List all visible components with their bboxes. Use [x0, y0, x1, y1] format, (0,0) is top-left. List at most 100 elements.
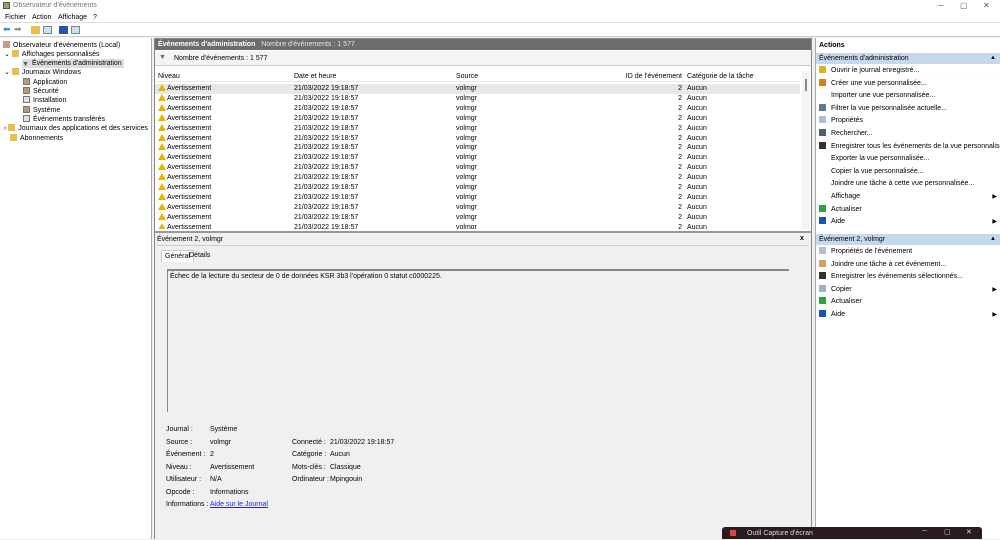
column-source[interactable]: Source [456, 72, 478, 82]
category-cell: Aucun [687, 85, 707, 92]
menu-action[interactable]: Action [32, 14, 51, 21]
column-event-id[interactable]: ID de l'événement [626, 72, 682, 82]
table-row[interactable]: Avertissement 21/03/2022 19:18:57 volmgr 2 A… [155, 103, 800, 114]
close-button[interactable]: ✕ [983, 1, 990, 10]
action-item[interactable]: Ouvrir le journal enregistré... [819, 65, 997, 77]
menu-affichage[interactable]: Affichage [58, 14, 87, 21]
action-item[interactable]: Rechercher... [819, 128, 997, 140]
tab-details[interactable]: Détails [189, 252, 210, 259]
tree-log-installation[interactable]: Installation [23, 96, 66, 105]
taskbar-maximize[interactable]: ▢ [944, 528, 951, 536]
filter-icon: ▼ [22, 61, 29, 68]
up-folder-icon[interactable] [31, 26, 40, 34]
taskbar-minimize[interactable]: ─ [922, 528, 927, 535]
action-item[interactable]: Créer une vue personnalisée... [819, 78, 997, 90]
help-icon[interactable] [59, 26, 68, 34]
section-header-event[interactable]: Événement 2, volmgr ▲ [816, 234, 1000, 245]
refresh-icon [819, 204, 826, 212]
date-cell: 21/03/2022 19:18:57 [294, 203, 359, 211]
action-item[interactable]: Importer une vue personnalisée... [819, 90, 997, 102]
table-row[interactable]: Avertissement 21/03/2022 19:18:57 volmgr 2 A… [155, 163, 800, 173]
back-icon[interactable]: ⬅ [3, 24, 12, 34]
action-item[interactable]: Joindre une tâche à cet événement... [819, 259, 997, 271]
window-title: Observateur d'événements [13, 2, 97, 9]
action-item[interactable]: Propriétés [819, 115, 997, 127]
action-item[interactable]: Affichage ▶ [819, 191, 997, 203]
column-level[interactable]: Niveau [158, 72, 180, 82]
action-item[interactable]: Copier la vue personnalisée... [819, 166, 997, 178]
table-row[interactable]: Avertissement 21/03/2022 19:18:57 volmgr 2 A… [155, 183, 800, 193]
tree-root[interactable]: Observateur d'événements (Local) [3, 41, 120, 50]
table-row[interactable]: Avertissement 21/03/2022 19:18:57 volmgr 2 A… [155, 212, 800, 223]
action-item[interactable]: Aide ▶ [819, 216, 997, 228]
tree-log-security[interactable]: Sécurité [23, 87, 59, 96]
message-box[interactable]: Échec de la lecture du secteur de 0 de d… [167, 269, 789, 412]
maximize-button[interactable]: ▢ [960, 1, 968, 10]
tree-subscriptions[interactable]: Abonnements [10, 134, 63, 143]
level-cell: Avertissement [158, 84, 211, 94]
action-item[interactable]: Copier ▶ [819, 284, 997, 296]
action-item[interactable]: Actualiser [819, 296, 997, 308]
table-row[interactable]: Avertissement 21/03/2022 19:18:57 volmgr 2 A… [155, 84, 800, 94]
help-link[interactable]: Aide sur le Journal [210, 501, 268, 508]
forward-icon[interactable]: ➡ [14, 24, 23, 34]
tree-log-forwarded[interactable]: Événements transférés [23, 115, 105, 124]
event-count: Nombre d'événements : 1 577 [261, 41, 355, 48]
column-date[interactable]: Date et heure [294, 72, 336, 82]
tree-admin-events[interactable]: ▼ Événements d'administration [22, 59, 124, 68]
tree-log-application[interactable]: Application [23, 78, 67, 87]
action-item[interactable]: Enregistrer tous les événements de la vu… [819, 141, 1000, 153]
action-item[interactable]: Actualiser [819, 204, 997, 216]
source-cell: volmgr [456, 203, 478, 211]
table-row[interactable]: Avertissement 21/03/2022 19:18:57 volmgr 2 A… [155, 123, 800, 134]
show-hide-tree-icon[interactable] [43, 26, 52, 34]
table-row[interactable]: Avertissement 21/03/2022 19:18:57 volmgr 2 A… [155, 133, 800, 144]
action-item[interactable]: Filtrer la vue personnalisée actuelle... [819, 103, 997, 115]
section-header-admin[interactable]: Événements d'administration ▲ [816, 53, 1000, 64]
list-scrollbar[interactable] [802, 71, 810, 229]
action-label: Enregistrer les événements sélectionnés.… [831, 273, 963, 281]
minimize-button[interactable]: ─ [938, 1, 944, 10]
table-row[interactable]: Avertissement 21/03/2022 19:18:57 volmgr 2 A… [155, 143, 800, 153]
action-item[interactable]: Joindre une tâche à cette vue personnali… [819, 178, 997, 190]
scrollbar-thumb[interactable] [805, 79, 807, 91]
action-item[interactable]: Propriétés de l'événement [819, 246, 997, 258]
table-row[interactable]: Avertissement 21/03/2022 19:18:57 volmgr 2 A… [155, 192, 800, 203]
field-label: Connecté : [292, 438, 326, 446]
detail-close-button[interactable]: x [800, 235, 804, 242]
menu-help[interactable]: ? [93, 14, 97, 21]
action-item[interactable]: Exporter la vue personnalisée... [819, 153, 997, 165]
field-value: Classique [330, 463, 361, 471]
show-hide-actions-icon[interactable] [71, 26, 80, 34]
tree-log-system[interactable]: Système [23, 106, 60, 115]
tree-custom-views[interactable]: ⌄ Affichages personnalisés [4, 50, 100, 59]
warning-icon [158, 153, 166, 161]
title-bar: Observateur d'événements ─ ▢ ✕ [0, 0, 1000, 11]
date-cell: 21/03/2022 19:18:57 [294, 174, 359, 182]
tree-windows-logs[interactable]: ⌄ Journaux Windows [4, 68, 81, 77]
table-row[interactable]: Avertissement 21/03/2022 19:18:57 volmgr 2 A… [155, 153, 800, 163]
level-text: Avertissement [167, 174, 212, 182]
action-item[interactable]: Enregistrer les événements sélectionnés.… [819, 271, 997, 283]
table-row[interactable]: Avertissement 21/03/2022 19:18:57 volmgr 2 A… [155, 93, 800, 104]
field-label: Catégorie : [292, 451, 327, 458]
tree-app-logs[interactable]: › Journaux des applications et des servi… [4, 124, 148, 133]
taskbar-snip-tool[interactable]: Outil Capture d'écran ─ ▢ ✕ [722, 527, 982, 539]
event-id-cell: 2 [678, 223, 682, 229]
field-label: Ordinateur : [292, 476, 329, 483]
table-row[interactable]: Avertissement 21/03/2022 19:18:57 volmgr 2 A… [155, 222, 800, 229]
blank-icon [819, 179, 826, 186]
taskbar-close[interactable]: ✕ [966, 528, 972, 536]
snipping-tool-icon [730, 530, 736, 536]
table-row[interactable]: Avertissement 21/03/2022 19:18:57 volmgr 2 A… [155, 173, 800, 183]
menu-fichier[interactable]: Fichier [5, 14, 26, 21]
action-item[interactable]: Aide ▶ [819, 309, 997, 321]
action-label: Rechercher... [831, 130, 873, 137]
table-row[interactable]: Avertissement 21/03/2022 19:18:57 volmgr 2 A… [155, 113, 800, 124]
category-cell: Aucun [687, 203, 707, 211]
date-cell: 21/03/2022 19:18:57 [294, 184, 359, 191]
binoculars-icon [819, 129, 826, 136]
table-row[interactable]: Avertissement 21/03/2022 19:18:57 volmgr 2 A… [155, 202, 800, 213]
column-category[interactable]: Catégorie de la tâche [687, 72, 754, 82]
level-text: Avertissement [167, 104, 212, 112]
